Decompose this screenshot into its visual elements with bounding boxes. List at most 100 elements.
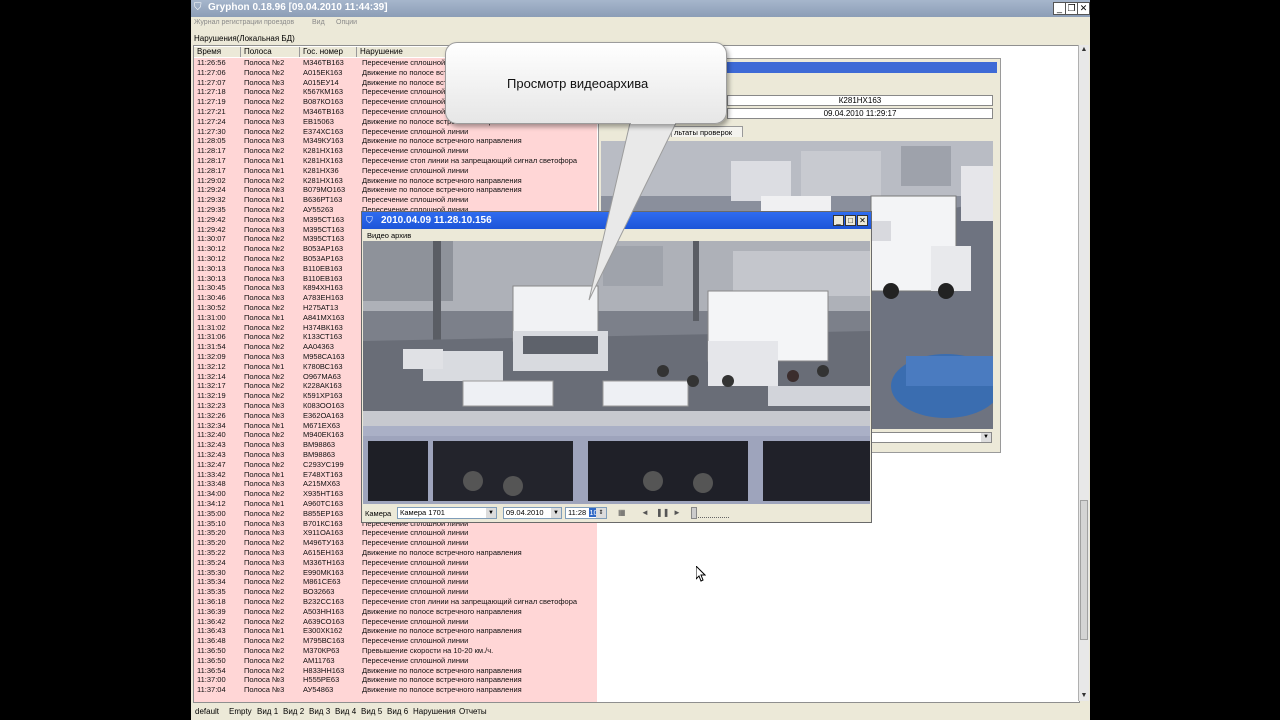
table-row[interactable]: 11:36:54 Полоса №2 Н833НН163 Движение по по… <box>194 666 597 676</box>
cell-time: 11:30:46 <box>197 293 226 303</box>
chevron-down-icon[interactable]: ▼ <box>551 508 561 518</box>
cell-time: 11:32:17 <box>197 381 226 391</box>
table-row[interactable]: 11:35:35 Полоса №2 ВО32663 Пересечение спло… <box>194 587 597 597</box>
table-row[interactable]: 11:37:00 Полоса №3 Н555РЕ63 Движение по пол… <box>194 675 597 685</box>
cell-lane: Полоса №3 <box>244 77 285 87</box>
table-row[interactable]: 11:35:22 Полоса №3 А615ЕН163 Движение по по… <box>194 548 597 558</box>
tab-default[interactable]: default <box>195 707 219 716</box>
menu-view[interactable]: Вид <box>312 19 325 26</box>
next-frame-button[interactable]: ► <box>673 508 681 517</box>
table-row[interactable]: 11:37:04 Полоса №3 АУ54863 Движение по поло… <box>194 685 597 695</box>
tab-check-results[interactable]: льтаты проверок <box>671 126 743 137</box>
table-row[interactable]: 11:36:39 Полоса №2 А503НН163 Движение по по… <box>194 607 597 617</box>
tab-view-2[interactable]: Вид 2 <box>283 707 304 716</box>
cell-plate: Н275АТ13 <box>303 303 339 312</box>
tab-empty[interactable]: Empty <box>229 707 252 716</box>
table-row[interactable]: 11:28:17 Полоса №1 К281НХ36 Пересечение спл… <box>194 166 597 176</box>
video-controls: Камера Камера 1701 ▼ 09.04.2010 ▼ 11:28 … <box>362 505 871 522</box>
cell-time: 11:32:19 <box>197 391 226 401</box>
table-row[interactable]: 11:29:32 Полоса №1 В636РТ163 Пересечение сп… <box>194 195 597 205</box>
cell-lane: Полоса №3 <box>244 214 285 224</box>
table-row[interactable]: 11:35:34 Полоса №2 М861СЕ63 Пересечение спл… <box>194 577 597 587</box>
calendar-icon[interactable]: ▦ <box>618 508 626 517</box>
table-row[interactable]: 11:36:43 Полоса №1 Е300ХК162 Движение по по… <box>194 626 597 636</box>
table-row[interactable]: 11:28:17 Полоса №2 К281НХ163 Пересечение сп… <box>194 146 597 156</box>
video-maximize-button[interactable]: □ <box>845 215 856 226</box>
scroll-up-arrow-icon[interactable]: ▲ <box>1079 45 1089 55</box>
cell-time: 11:31:00 <box>197 312 226 322</box>
pause-button[interactable]: ❚❚ <box>656 508 669 517</box>
cell-lane: Полоса №2 <box>244 459 285 469</box>
tab-view-4[interactable]: Вид 4 <box>335 707 356 716</box>
camera-select[interactable]: Камера 1701 ▼ <box>397 507 497 519</box>
tab-reports[interactable]: Отчеты <box>459 707 487 716</box>
cell-time: 11:33:42 <box>197 469 226 479</box>
time-stepper[interactable]: 11:28 10 ⇕ <box>565 507 607 519</box>
spin-arrows-icon[interactable]: ⇕ <box>596 508 606 518</box>
scroll-down-arrow-icon[interactable]: ▼ <box>1079 691 1089 701</box>
menu-options[interactable]: Опции <box>336 19 357 26</box>
scroll-thumb[interactable] <box>1080 500 1088 640</box>
date-picker[interactable]: 09.04.2010 ▼ <box>503 507 562 519</box>
video-archive-label: Видео архив <box>367 231 412 240</box>
tab-view-3[interactable]: Вид 3 <box>309 707 330 716</box>
table-row[interactable]: 11:36:50 Полоса №2 М370КР63 Превышение скор… <box>194 646 597 656</box>
table-row[interactable]: 11:36:42 Полоса №2 А639СО163 Пересечение сп… <box>194 617 597 627</box>
table-row[interactable]: 11:27:30 Полоса №2 Е374ХС163 Пересечение сп… <box>194 127 597 137</box>
menu-journal[interactable]: Журнал регистрации проездов <box>194 19 294 26</box>
table-row[interactable]: 11:35:20 Полоса №3 Х911ОА163 Пересечение сп… <box>194 528 597 538</box>
cell-lane: Полоса №1 <box>244 420 285 430</box>
table-row[interactable]: 11:28:17 Полоса №1 К281НХ163 Пересечение ст… <box>194 156 597 166</box>
cell-lane: Полоса №2 <box>244 58 285 67</box>
video-window-title-bar[interactable]: ⛉ 2010.04.09 11.28.10.156 _ □ ✕ <box>362 212 871 229</box>
table-row[interactable]: 11:35:24 Полоса №3 М336ТН163 Пересечение сп… <box>194 558 597 568</box>
table-row[interactable]: 11:36:48 Полоса №2 М795ВС163 Пересечение сп… <box>194 636 597 646</box>
cell-time: 11:26:56 <box>197 58 226 67</box>
cell-time: 11:36:50 <box>197 655 226 665</box>
cell-lane: Полоса №2 <box>244 636 285 646</box>
cell-lane: Полоса №1 <box>244 312 285 322</box>
cell-time: 11:28:17 <box>197 146 226 156</box>
column-header-time[interactable]: Время <box>194 47 241 57</box>
cell-lane: Полоса №3 <box>244 293 285 303</box>
cell-lane: Полоса №2 <box>244 616 285 626</box>
playback-slider[interactable] <box>691 507 729 519</box>
cell-time: 11:33:48 <box>197 479 226 489</box>
prev-frame-button[interactable]: ◄ <box>641 508 649 517</box>
cell-lane: Полоса №2 <box>244 371 285 381</box>
table-row[interactable]: 11:36:50 Полоса №2 АМ11763 Пересечение спло… <box>194 656 597 666</box>
column-header-lane[interactable]: Полоса <box>241 47 300 57</box>
cell-time: 11:35:24 <box>197 557 226 567</box>
results-datetime-field: 09.04.2010 11:29:17 <box>727 108 993 119</box>
video-close-button[interactable]: ✕ <box>857 215 868 226</box>
tab-view-5[interactable]: Вид 5 <box>361 707 382 716</box>
tab-view-1[interactable]: Вид 1 <box>257 707 278 716</box>
cell-time: 11:32:40 <box>197 430 226 440</box>
cell-lane: Полоса №2 <box>244 254 285 263</box>
chevron-down-icon[interactable]: ▼ <box>486 508 496 518</box>
table-row[interactable]: 11:29:02 Полоса №2 К281НХ163 Движение по по… <box>194 176 597 186</box>
vertical-scrollbar[interactable]: ▲ ▼ <box>1078 45 1089 701</box>
cell-plate: Е300ХК162 <box>303 626 343 636</box>
table-row[interactable]: 11:35:30 Полоса №2 Е990МК163 Пересечение сп… <box>194 568 597 578</box>
table-row[interactable]: 11:36:18 Полоса №2 В232СС163 Пересечение ст… <box>194 597 597 607</box>
mouse-cursor-icon <box>695 564 707 584</box>
tab-violations[interactable]: Нарушения <box>413 707 456 716</box>
results-dropdown[interactable]: ▼ <box>871 432 992 443</box>
cell-violation: Пересечение сплошной линии <box>362 195 469 205</box>
column-header-plate[interactable]: Гос. номер <box>300 47 357 57</box>
chevron-down-icon[interactable]: ▼ <box>981 433 991 442</box>
cell-plate: М795ВС163 <box>303 636 345 646</box>
tab-view-6[interactable]: Вид 6 <box>387 707 408 716</box>
cell-plate: М496ТУ163 <box>303 538 344 548</box>
table-row[interactable]: 11:35:20 Полоса №2 М496ТУ163 Пересечение сп… <box>194 538 597 548</box>
table-row[interactable]: 11:28:05 Полоса №3 М349КУ163 Движение по по… <box>194 136 597 146</box>
video-minimize-button[interactable]: _ <box>833 215 844 226</box>
cell-plate: А639СО163 <box>303 616 345 626</box>
close-button[interactable]: ✕ <box>1077 2 1090 15</box>
slider-knob[interactable] <box>691 507 697 519</box>
cell-time: 11:36:18 <box>197 597 226 606</box>
cell-lane: Полоса №2 <box>244 430 285 440</box>
cell-lane: Полоса №3 <box>244 401 285 410</box>
table-row[interactable]: 11:29:24 Полоса №3 В079МО163 Движение по по… <box>194 185 597 195</box>
